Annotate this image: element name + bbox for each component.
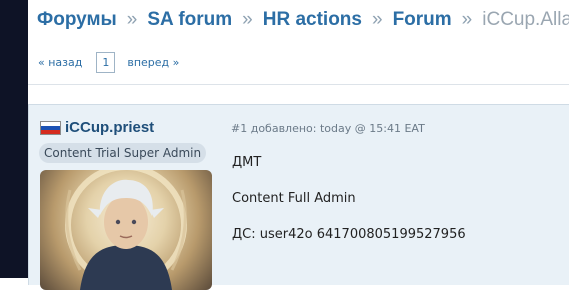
breadcrumb-link-hr-actions[interactable]: HR actions <box>263 9 362 31</box>
post-line: Content Full Admin <box>232 191 356 206</box>
left-dark-strip <box>0 0 28 278</box>
breadcrumb-separator: » <box>461 9 473 30</box>
post-author: iCCup.priest <box>40 119 154 136</box>
breadcrumb-separator: » <box>126 9 138 30</box>
flag-stripe <box>41 129 60 134</box>
page: Форумы » SA forum » HR actions » Forum »… <box>28 0 569 290</box>
avatar-image <box>65 170 187 290</box>
role-badge: Content Trial Super Admin <box>39 143 207 163</box>
pagination-next-link[interactable]: вперед » <box>127 56 179 69</box>
post-body: ДМТ Content Full Admin ДС: user42o 64170… <box>232 155 466 263</box>
breadcrumb-current: iCCup.Alladin <box>482 9 569 30</box>
breadcrumb-link-forums[interactable]: Форумы <box>37 9 117 31</box>
pagination-current-page[interactable]: 1 <box>96 52 116 73</box>
russia-flag-icon <box>40 120 61 135</box>
post-meta: #1 добавлено: today @ 15:41 EAT <box>231 122 425 135</box>
pagination: « назад 1 вперед » <box>38 52 179 73</box>
breadcrumb-separator: » <box>371 9 383 30</box>
author-name-link[interactable]: iCCup.priest <box>65 119 154 136</box>
breadcrumb-link-forum[interactable]: Forum <box>393 9 452 31</box>
post-line: ДС: user42o 641700805199527956 <box>232 227 466 242</box>
forum-post: iCCup.priest Content Trial Super Admin #… <box>28 104 569 290</box>
divider <box>28 84 569 85</box>
breadcrumb: Форумы » SA forum » HR actions » Forum »… <box>37 9 569 31</box>
avatar <box>40 170 212 290</box>
breadcrumb-link-sa-forum[interactable]: SA forum <box>147 9 232 31</box>
breadcrumb-separator: » <box>242 9 253 30</box>
post-line: ДМТ <box>232 155 262 170</box>
pagination-prev-link[interactable]: « назад <box>38 56 82 69</box>
